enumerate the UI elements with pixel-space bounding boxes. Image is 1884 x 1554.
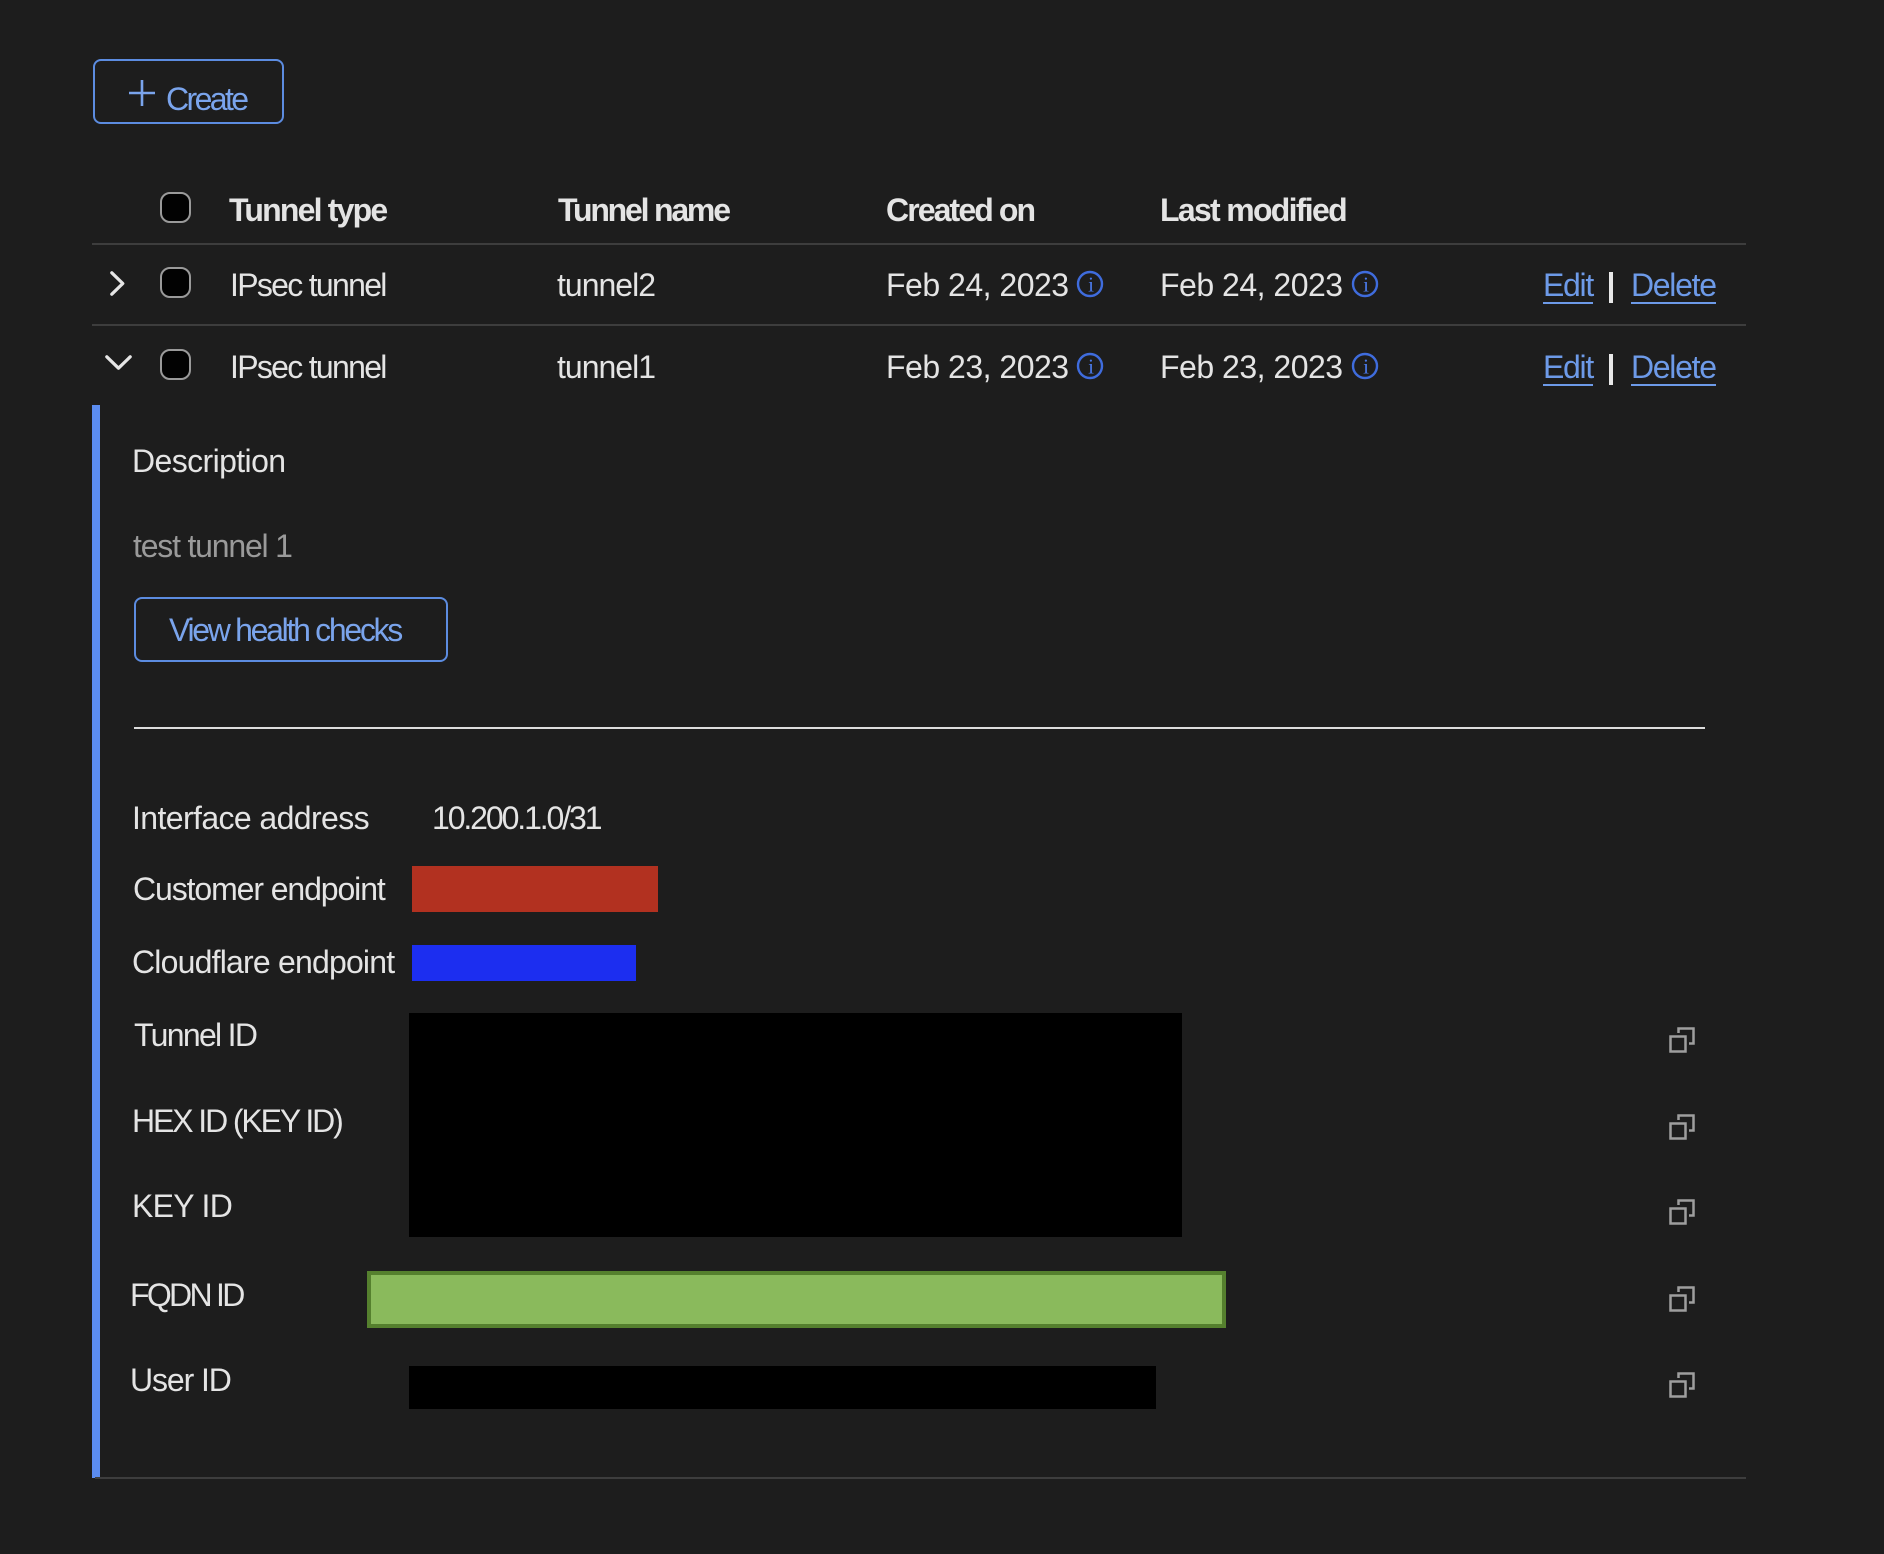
svg-text:i: i xyxy=(1088,355,1094,379)
svg-text:i: i xyxy=(1088,273,1094,297)
svg-text:i: i xyxy=(1363,355,1369,379)
svg-text:i: i xyxy=(1363,273,1369,297)
